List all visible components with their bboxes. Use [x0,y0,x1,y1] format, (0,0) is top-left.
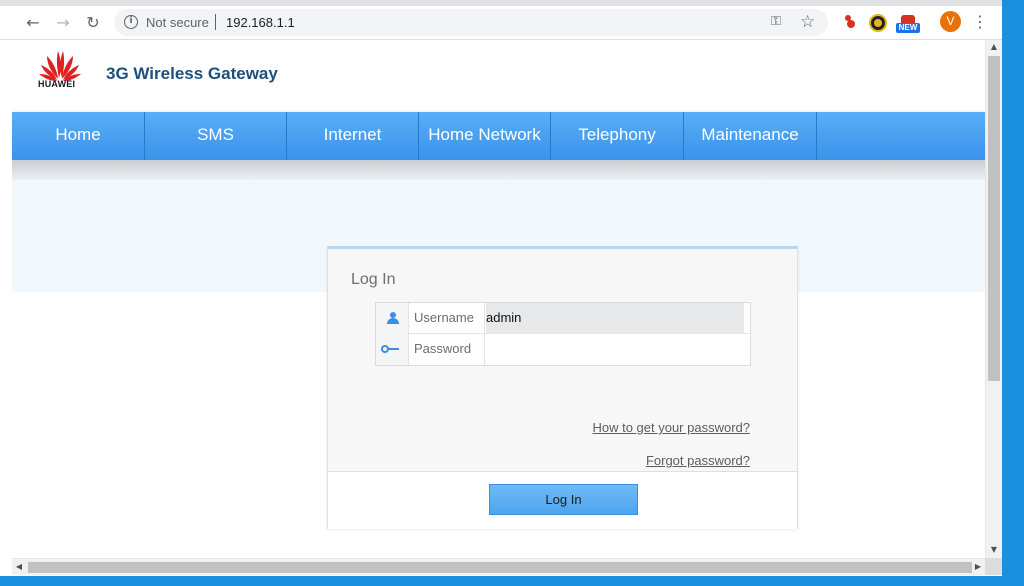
scroll-left-icon[interactable]: ◀ [12,559,26,575]
password-row: Password [376,334,750,365]
nav-item-home[interactable]: Home [12,112,145,160]
key-icon[interactable]: ⚿ [771,14,781,29]
huawei-logo-icon [39,51,81,81]
login-panel: Log In Username admin Password How to ge… [327,246,798,529]
extension-badge-icon[interactable] [869,14,887,32]
nav-item-maintenance[interactable]: Maintenance [684,112,817,160]
page-title: 3G Wireless Gateway [106,64,278,83]
logo-wordmark: HUAWEI [38,79,76,89]
password-icon-cell [376,334,409,365]
star-icon[interactable]: ☆ [800,12,815,32]
security-status[interactable]: Not secure [146,15,209,30]
login-button[interactable]: Log In [489,484,638,515]
login-footer: Log In [328,471,797,529]
horizontal-scrollbar[interactable]: ◀ ▶ [12,558,985,575]
extension-new-icon[interactable]: NEW [896,15,920,35]
login-title: Log In [351,271,396,288]
scroll-right-icon[interactable]: ▶ [971,559,985,575]
username-label: Username [409,303,485,334]
nav-item-sms[interactable]: SMS [145,112,287,160]
reload-icon[interactable]: ↻ [82,12,104,34]
password-key-icon [381,345,401,353]
user-icon [387,312,399,324]
omnibox-divider [215,14,216,30]
extension-new-label: NEW [896,23,920,33]
scroll-down-icon[interactable]: ▼ [986,543,1002,557]
nav-item-internet[interactable]: Internet [287,112,419,160]
nav-item-telephony[interactable]: Telephony [551,112,684,160]
url-text[interactable]: 192.168.1.1 [226,15,295,30]
horizontal-scroll-thumb[interactable] [28,562,972,573]
login-form: Username admin Password [375,302,751,366]
nav-shadow-strip [12,160,985,180]
extension-red-icon[interactable] [843,14,855,28]
username-row: Username admin [376,303,750,334]
password-help-link[interactable]: How to get your password? [592,420,750,435]
username-icon-cell [376,303,409,334]
scroll-corner [985,558,1002,575]
password-input[interactable] [486,334,744,365]
profile-avatar[interactable]: V [940,11,961,32]
address-bar[interactable]: i Not secure 192.168.1.1 ⚿ ☆ [114,9,828,36]
main-navigation: Home SMS Internet Home Network Telephony… [12,112,985,160]
nav-item-home-network[interactable]: Home Network [419,112,551,160]
info-icon[interactable]: i [124,15,138,29]
forgot-password-link[interactable]: Forgot password? [646,453,750,468]
scroll-up-icon[interactable]: ▲ [986,40,1002,54]
password-label: Password [409,334,485,365]
browser-toolbar: ← → ↻ i Not secure 192.168.1.1 ⚿ ☆ NEW V… [0,6,1002,40]
browser-window: ← → ↻ i Not secure 192.168.1.1 ⚿ ☆ NEW V… [0,0,1002,576]
menu-icon[interactable]: ⋮ [972,12,988,32]
back-icon[interactable]: ← [22,12,44,34]
page-viewport: HUAWEI 3G Wireless Gateway Home SMS Inte… [12,40,985,558]
vertical-scrollbar[interactable]: ▲ ▼ [985,40,1002,558]
username-input[interactable]: admin [486,303,744,334]
page-header: HUAWEI 3G Wireless Gateway [12,40,985,112]
forward-icon[interactable]: → [52,12,74,34]
vertical-scroll-thumb[interactable] [988,56,1000,381]
